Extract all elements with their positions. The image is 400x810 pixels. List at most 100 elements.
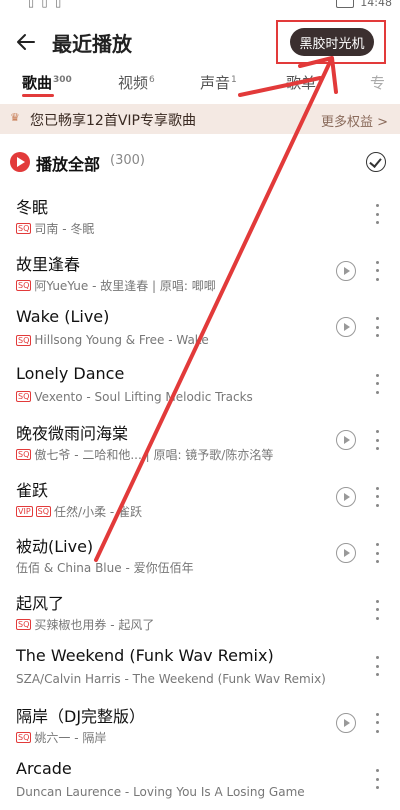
dot xyxy=(376,373,379,377)
dot xyxy=(376,673,379,676)
dot xyxy=(376,334,379,337)
dot xyxy=(376,438,379,442)
song-title: 起风了 xyxy=(16,593,65,613)
song-meta: Duncan Laurence - Loving You Is A Losing… xyxy=(16,785,305,799)
song-row[interactable]: Lonely Dance SQ Vexento - Soul Lifting Mel… xyxy=(0,358,400,415)
status-right: 14:48 xyxy=(336,0,392,9)
song-title: 被动(Live) xyxy=(16,537,94,556)
quality-badge: SQ xyxy=(16,449,32,460)
tab-bar: 歌曲300 视频6 声音1 歌单 专 xyxy=(0,64,400,100)
mv-play-icon[interactable] xyxy=(336,543,356,563)
song-meta: 伍佰 & China Blue - 爱你伍佰年 xyxy=(16,559,194,576)
song-title: 故里逢春 xyxy=(16,254,81,274)
more-options-icon[interactable] xyxy=(376,260,380,281)
song-title: 隔岸（DJ完整版） xyxy=(16,706,146,726)
vinyl-highlight-box: 黑胶时光机 xyxy=(276,20,386,64)
tab-playlists[interactable]: 歌单 xyxy=(286,72,316,93)
more-options-icon[interactable] xyxy=(376,543,380,563)
play-all-count: (300) xyxy=(110,153,145,168)
back-arrow-icon[interactable] xyxy=(14,30,38,54)
dot xyxy=(376,608,379,611)
song-row[interactable]: Wake (Live) SQ Hillsong Young & Free - Wak… xyxy=(0,301,400,358)
dot xyxy=(376,277,379,281)
song-title: 冬眠 xyxy=(16,198,49,217)
more-options-icon[interactable] xyxy=(376,430,380,450)
dot xyxy=(376,721,379,724)
more-options-icon[interactable] xyxy=(376,712,380,733)
song-title: Arcade xyxy=(16,759,72,778)
dot xyxy=(376,269,379,272)
more-options-icon[interactable] xyxy=(376,599,380,620)
tab-albums[interactable]: 专 xyxy=(370,72,385,93)
dot xyxy=(376,260,379,264)
quality-badge: SQ xyxy=(35,505,52,517)
quality-badge: SQ xyxy=(16,279,32,291)
tab-count: 1 xyxy=(231,75,237,85)
dot xyxy=(376,503,379,507)
more-options-icon[interactable] xyxy=(376,486,380,507)
more-benefits-link[interactable]: 更多权益 > xyxy=(321,111,388,130)
tab-videos[interactable]: 视频6 xyxy=(118,72,155,93)
multi-select-icon[interactable] xyxy=(366,152,386,172)
more-options-icon[interactable] xyxy=(376,769,380,789)
song-row[interactable]: 雀跃 VIP SQ 任然/小柔 - 雀跃 xyxy=(0,471,400,528)
more-options-icon[interactable] xyxy=(376,373,380,394)
song-row[interactable]: 隔岸（DJ完整版） SQ 姚六一 - 隔岸 xyxy=(0,697,400,754)
quality-badge: SQ xyxy=(16,391,32,402)
quality-badge: SQ xyxy=(16,334,32,346)
play-all-label[interactable]: 播放全部 xyxy=(36,151,100,175)
play-all-row[interactable]: 播放全部 (300) xyxy=(0,146,400,180)
quality-badge: SQ xyxy=(16,223,32,234)
song-meta: SQ 阿YueYue - 故里逢春 | 原唱: 唧唧 xyxy=(16,277,216,294)
song-artist-album: 买辣椒也用券 - 起风了 xyxy=(34,617,155,632)
song-meta: SQ 傲七爷 - 二哈和他... | 原唱: 镜予歌/陈亦洺等 xyxy=(16,446,273,463)
dot xyxy=(376,551,379,555)
song-artist-album: 傲七爷 - 二哈和他... | 原唱: 镜予歌/陈亦洺等 xyxy=(34,448,274,462)
mv-play-icon[interactable] xyxy=(336,486,356,507)
song-meta: SQ Vexento - Soul Lifting Melodic Tracks xyxy=(16,390,253,404)
song-row[interactable]: 被动(Live) 伍佰 & China Blue - 爱你伍佰年 xyxy=(0,527,400,584)
song-artist-album: 阿YueYue - 故里逢春 | 原唱: 唧唧 xyxy=(34,278,216,293)
song-artist-album: 姚六一 - 隔岸 xyxy=(34,730,107,745)
song-row[interactable]: 晚夜微雨问海棠 SQ 傲七爷 - 二哈和他... | 原唱: 镜予歌/陈亦洺等 xyxy=(0,414,400,471)
song-title: 晚夜微雨问海棠 xyxy=(16,424,129,443)
song-row[interactable]: The Weekend (Funk Wav Remix) SZA/Calvin H… xyxy=(0,640,400,697)
tab-audio[interactable]: 声音1 xyxy=(200,72,237,93)
mv-play-icon[interactable] xyxy=(336,260,356,281)
dot xyxy=(376,486,379,490)
song-meta: SQ 司南 - 冬眠 xyxy=(16,220,94,237)
song-row[interactable]: 冬眠 SQ 司南 - 冬眠 xyxy=(0,188,400,245)
dot xyxy=(376,543,379,546)
dot xyxy=(376,599,379,603)
vip-banner-text: 您已畅享12首VIP专享歌曲 xyxy=(30,113,196,129)
mv-play-icon[interactable] xyxy=(336,430,356,450)
quality-badge: SQ xyxy=(16,731,32,743)
song-row[interactable]: Arcade Duncan Laurence - Loving You Is A … xyxy=(0,753,400,810)
dot xyxy=(376,447,379,450)
mv-play-icon[interactable] xyxy=(336,317,356,337)
dot xyxy=(376,664,379,668)
more-options-icon[interactable] xyxy=(376,656,380,676)
song-list: 冬眠 SQ 司南 - 冬眠 故里逢春 SQ 阿YueYue - 故里逢春 | 原唱: 唧唧… xyxy=(0,188,400,810)
song-artist-album: SZA/Calvin Harris - The Weekend (Funk Wa… xyxy=(16,672,326,686)
quality-badge: SQ xyxy=(16,618,32,630)
play-all-icon[interactable] xyxy=(10,152,30,172)
dot xyxy=(376,656,379,659)
song-title: The Weekend (Funk Wav Remix) xyxy=(16,646,274,665)
dot xyxy=(376,495,379,498)
tab-count: 6 xyxy=(149,75,155,85)
dot xyxy=(376,777,379,781)
more-options-icon[interactable] xyxy=(376,204,380,224)
vinyl-time-machine-button[interactable]: 黑胶时光机 xyxy=(290,28,374,56)
tab-label: 视频 xyxy=(118,74,149,92)
mv-play-icon[interactable] xyxy=(336,712,356,733)
vip-banner[interactable]: ♛ 您已畅享12首VIP专享歌曲 更多权益 > xyxy=(0,104,400,134)
tab-songs[interactable]: 歌曲300 xyxy=(22,72,72,93)
more-options-icon[interactable] xyxy=(376,317,380,337)
song-row[interactable]: 故里逢春 SQ 阿YueYue - 故里逢春 | 原唱: 唧唧 xyxy=(0,245,400,302)
song-artist-album: Vexento - Soul Lifting Melodic Tracks xyxy=(34,389,253,404)
song-row[interactable]: 起风了 SQ 买辣椒也用券 - 起风了 xyxy=(0,584,400,641)
dot xyxy=(376,560,379,563)
song-meta: VIP SQ 任然/小柔 - 雀跃 xyxy=(16,503,142,520)
song-artist-album: 司南 - 冬眠 xyxy=(34,222,95,236)
